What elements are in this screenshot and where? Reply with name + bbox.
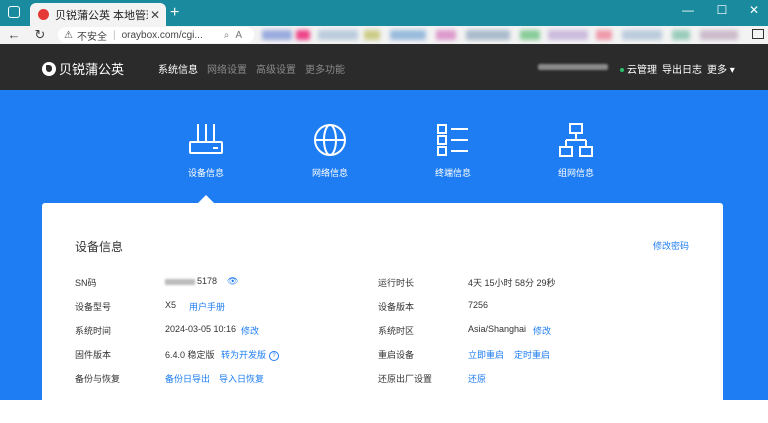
logo-icon — [42, 61, 56, 76]
blurred-bookmark — [436, 30, 456, 40]
section-terminal-info[interactable]: 终端信息 — [403, 122, 503, 178]
globe-icon — [314, 124, 346, 156]
favicon-icon — [38, 9, 49, 20]
brand-logo[interactable]: 贝锐蒲公英 — [42, 59, 124, 78]
export-log-link[interactable]: 导出日志 — [662, 61, 702, 76]
nav-system-info[interactable]: 系统信息 — [158, 61, 198, 76]
section-label: 终端信息 — [434, 168, 471, 178]
blurred-bookmark — [700, 30, 738, 40]
row-label: 还原出厂设置 — [378, 374, 433, 384]
section-label: 设备信息 — [187, 168, 224, 178]
nav-advanced-settings[interactable]: 高级设置 — [256, 61, 296, 76]
device-info-card — [42, 203, 723, 423]
blurred-bookmark — [548, 30, 588, 40]
blurred-bookmark — [596, 30, 612, 40]
browser-tab[interactable]: 贝锐蒲公英 本地管理 ✕ — [30, 3, 166, 26]
blurred-bookmark — [364, 30, 380, 40]
active-section-pointer — [198, 195, 214, 203]
row-label: 运行时长 — [378, 278, 415, 288]
brand-name: 贝锐蒲公英 — [59, 62, 125, 77]
cloud-manage-link[interactable]: 云管理 — [620, 61, 657, 76]
row-label: SN码 — [75, 278, 97, 288]
row-label: 备份与恢复 — [75, 374, 121, 384]
card-title: 设备信息 — [75, 240, 124, 254]
row-label: 系统时区 — [378, 326, 415, 336]
blurred-bookmark — [466, 30, 510, 40]
scheduled-reboot-link[interactable]: 定时重启 — [514, 348, 550, 361]
section-label: 网络信息 — [311, 168, 348, 178]
url-text: oraybox.com/cgi... — [121, 29, 203, 41]
row-value: Asia/Shanghai — [468, 324, 527, 334]
row-label: 固件版本 — [75, 350, 112, 360]
masked-value — [165, 278, 195, 285]
back-icon[interactable]: ← — [6, 27, 22, 42]
row-value: 5178 — [197, 276, 218, 286]
row-value: 4天 15小时 58分 29秒 — [468, 278, 556, 288]
blurred-bookmark — [296, 30, 310, 40]
nav-network-settings[interactable]: 网络设置 — [207, 61, 247, 76]
app-header: 贝锐蒲公英 系统信息 网络设置 高级设置 更多功能 云管理 导出日志 更多 ▾ — [0, 44, 768, 90]
tab-close-icon[interactable]: ✕ — [148, 8, 162, 22]
tab-title: 贝锐蒲公英 本地管理 — [55, 9, 148, 22]
warning-icon: ⚠ — [64, 29, 73, 41]
row-value: 6.4.0 稳定版 — [165, 350, 215, 360]
network-icon — [559, 123, 593, 157]
section-device-info[interactable]: 设备信息 — [156, 122, 256, 178]
row-label: 系统时间 — [75, 326, 112, 336]
blurred-bookmark — [318, 30, 358, 40]
new-tab-button[interactable]: + — [170, 4, 179, 22]
workspaces-icon[interactable] — [8, 6, 20, 18]
list-icon — [437, 124, 468, 156]
import-restore-link[interactable]: 导入日恢复 — [219, 372, 264, 385]
row-value: 2024-03-05 10:16 — [165, 324, 237, 334]
row-value: X5 — [165, 300, 177, 310]
row-label: 设备版本 — [378, 302, 415, 312]
status-dot-icon — [620, 68, 624, 73]
help-icon[interactable]: ? — [269, 350, 280, 361]
blurred-bookmark — [390, 30, 426, 40]
backup-export-link[interactable]: 备份日导出 — [165, 372, 210, 385]
account-masked — [538, 64, 608, 70]
reload-icon[interactable]: ↻ — [32, 27, 48, 43]
row-label: 设备型号 — [75, 302, 112, 312]
blurred-bookmark — [520, 30, 540, 40]
row-label: 重启设备 — [378, 350, 415, 360]
blurred-bookmark — [262, 30, 292, 40]
section-label: 组网信息 — [557, 168, 594, 178]
section-networking-info[interactable]: 组网信息 — [526, 122, 626, 178]
user-manual-link[interactable]: 用户手册 — [189, 300, 225, 313]
edit-timezone-link[interactable]: 修改 — [533, 324, 551, 337]
switch-dev-link[interactable]: 转为开发版? — [221, 348, 280, 361]
maximize-button[interactable]: ☐ — [712, 3, 732, 17]
sidebar-icon[interactable] — [752, 29, 764, 39]
blurred-bookmark — [622, 30, 662, 40]
minimize-button[interactable]: — — [678, 3, 698, 17]
router-icon — [189, 124, 223, 154]
section-network-info[interactable]: 网络信息 — [280, 122, 380, 178]
insecure-label: 不安全 — [76, 31, 107, 43]
factory-reset-link[interactable]: 还原 — [468, 372, 486, 385]
caret-down-icon: ▾ — [729, 65, 735, 76]
more-menu[interactable]: 更多 ▾ — [707, 61, 735, 76]
eye-icon[interactable]: 👁 — [227, 276, 238, 287]
edit-time-link[interactable]: 修改 — [241, 324, 259, 337]
browser-titlebar: 贝锐蒲公英 本地管理 ✕ + — ☐ ✕ — [0, 0, 768, 26]
reboot-now-link[interactable]: 立即重启 — [468, 348, 504, 361]
url-field[interactable]: ⚠ 不安全 | oraybox.com/cgi... ⌕A — [58, 27, 254, 43]
edit-password-link[interactable]: 修改密码 — [653, 239, 689, 252]
address-bar-row: ← ↻ ⚠ 不安全 | oraybox.com/cgi... ⌕A — [0, 26, 768, 44]
url-action-icons[interactable]: ⌕A — [224, 30, 248, 41]
nav-more-features[interactable]: 更多功能 — [305, 61, 345, 76]
close-window-button[interactable]: ✕ — [744, 3, 764, 17]
blurred-bookmark — [672, 30, 690, 40]
row-value: 7256 — [468, 300, 489, 310]
